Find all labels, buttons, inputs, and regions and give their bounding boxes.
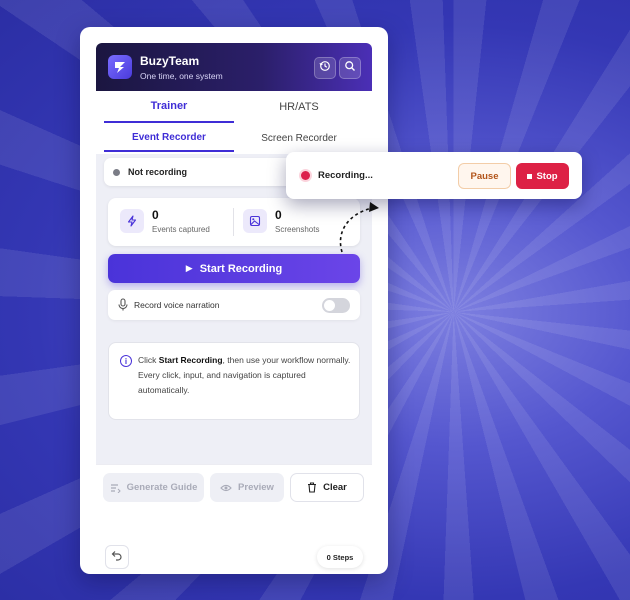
info-prefix: Click	[138, 355, 159, 365]
tab-screen-recorder[interactable]: Screen Recorder	[234, 124, 364, 152]
footer-bar: Generate Guide Preview Clear 0 Steps	[96, 464, 372, 574]
dashed-arrow-icon	[339, 202, 379, 253]
toggle-knob	[324, 300, 335, 311]
bolt-icon	[120, 209, 144, 233]
tab-event-recorder[interactable]: Event Recorder	[104, 124, 234, 152]
list-icon	[110, 483, 121, 493]
play-icon: ▶	[185, 263, 193, 273]
info-text: Click Start Recording, then use your wor…	[138, 353, 353, 398]
voice-narration-row: Record voice narration	[108, 290, 360, 320]
history-button[interactable]	[314, 57, 336, 79]
image-icon	[243, 209, 267, 233]
recording-dot-icon	[301, 171, 310, 180]
info-line2: Every click, input, and navigation is ca…	[138, 370, 306, 395]
info-bold: Start Recording	[158, 355, 223, 365]
steps-count-badge: 0 Steps	[317, 546, 363, 568]
secondary-tabs: Event Recorder Screen Recorder	[96, 124, 372, 152]
trash-icon	[307, 482, 317, 493]
eye-icon	[220, 483, 232, 493]
recorder-panel: BuzyTeam One time, one system Trainer HR…	[80, 27, 388, 574]
search-button[interactable]	[339, 57, 361, 79]
stop-button[interactable]: Stop	[516, 163, 569, 189]
events-count: 0	[152, 208, 159, 222]
tab-trainer[interactable]: Trainer	[104, 91, 234, 123]
start-recording-label: Start Recording	[199, 262, 283, 275]
tab-hr-ats[interactable]: HR/ATS	[234, 91, 364, 123]
screenshots-count: 0	[275, 208, 282, 222]
undo-button[interactable]	[105, 545, 129, 569]
generate-guide-button[interactable]: Generate Guide	[103, 473, 204, 502]
app-header: BuzyTeam One time, one system	[96, 43, 372, 91]
clear-button[interactable]: Clear	[290, 473, 364, 502]
bolt-logo-icon	[108, 55, 132, 79]
clear-label: Clear	[323, 482, 347, 493]
undo-icon	[111, 548, 123, 566]
status-text: Not recording	[128, 167, 188, 177]
stop-square-icon	[527, 173, 533, 179]
stats-divider	[233, 208, 234, 236]
events-label: Events captured	[152, 225, 210, 234]
recording-popup: Recording... Pause Stop	[286, 152, 582, 199]
stop-label: Stop	[536, 170, 558, 182]
pause-button[interactable]: Pause	[458, 163, 511, 189]
preview-button[interactable]: Preview	[210, 473, 284, 502]
voice-narration-toggle[interactable]	[322, 298, 350, 313]
info-suffix: , then use your workflow normally.	[222, 355, 351, 365]
generate-guide-label: Generate Guide	[126, 482, 198, 493]
info-icon: i	[120, 355, 132, 367]
recorder-body: Not recording 0 Events captured 0 Screen…	[96, 154, 372, 464]
start-recording-button[interactable]: ▶ Start Recording	[108, 254, 360, 283]
voice-narration-label: Record voice narration	[134, 300, 220, 310]
search-icon	[344, 59, 356, 77]
microphone-icon	[117, 298, 129, 317]
stats-card: 0 Events captured 0 Screenshots	[108, 198, 360, 246]
brand-tagline: One time, one system	[140, 71, 223, 81]
recording-text: Recording...	[318, 170, 373, 181]
info-callout: i Click Start Recording, then use your w…	[108, 342, 360, 420]
screenshots-label: Screenshots	[275, 225, 320, 234]
status-dot-icon	[113, 169, 120, 176]
preview-label: Preview	[238, 482, 274, 493]
primary-tabs: Trainer HR/ATS	[96, 91, 372, 123]
history-icon	[319, 59, 331, 77]
brand-name: BuzyTeam	[140, 54, 200, 68]
